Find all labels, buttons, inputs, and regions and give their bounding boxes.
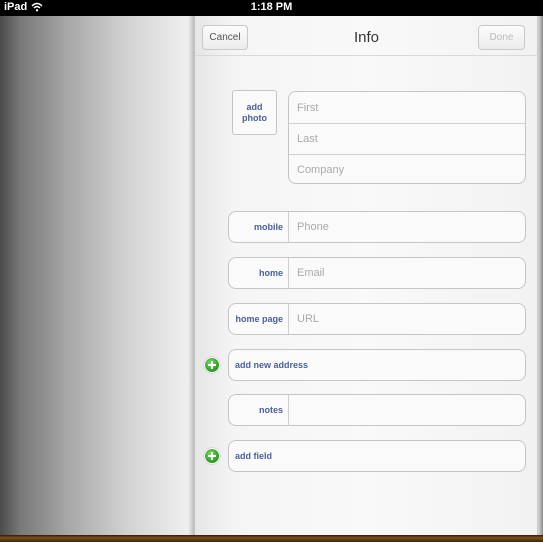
status-bar: iPad 1:18 PM <box>0 0 543 16</box>
url-field-row[interactable]: home page URL <box>228 303 526 335</box>
notes-label: notes <box>229 395 289 425</box>
phone-type-label[interactable]: mobile <box>229 212 289 242</box>
status-time: 1:18 PM <box>250 1 293 13</box>
notes-field-row[interactable]: notes <box>228 394 526 426</box>
contact-info-page: Cancel Info Done add photo First Last Co… <box>195 16 538 535</box>
book-binding-bottom <box>0 535 543 542</box>
url-type-label[interactable]: home page <box>229 304 289 334</box>
add-photo-button[interactable]: add photo <box>232 90 277 135</box>
email-type-label[interactable]: home <box>229 258 289 288</box>
email-input[interactable]: Email <box>289 267 325 279</box>
name-field-group: First Last Company <box>288 91 526 184</box>
add-photo-label-line2: photo <box>242 112 267 123</box>
add-field-row[interactable]: add field <box>228 440 526 472</box>
done-button[interactable]: Done <box>478 25 525 50</box>
last-name-field[interactable]: Last <box>289 123 525 154</box>
email-field-row[interactable]: home Email <box>228 257 526 289</box>
nav-bar: Cancel Info Done <box>195 16 538 56</box>
add-new-address-row[interactable]: add new address <box>228 349 526 381</box>
add-photo-label-line1: add <box>246 101 263 112</box>
left-page <box>0 16 195 535</box>
add-address-icon[interactable] <box>204 357 220 373</box>
phone-field-row[interactable]: mobile Phone <box>228 211 526 243</box>
phone-input[interactable]: Phone <box>289 221 329 233</box>
add-field-icon[interactable] <box>204 448 220 464</box>
page-edge <box>538 16 543 535</box>
contacts-book: Cancel Info Done add photo First Last Co… <box>0 16 543 542</box>
company-field[interactable]: Company <box>289 154 525 185</box>
first-name-field[interactable]: First <box>289 92 525 123</box>
url-input[interactable]: URL <box>289 313 319 325</box>
